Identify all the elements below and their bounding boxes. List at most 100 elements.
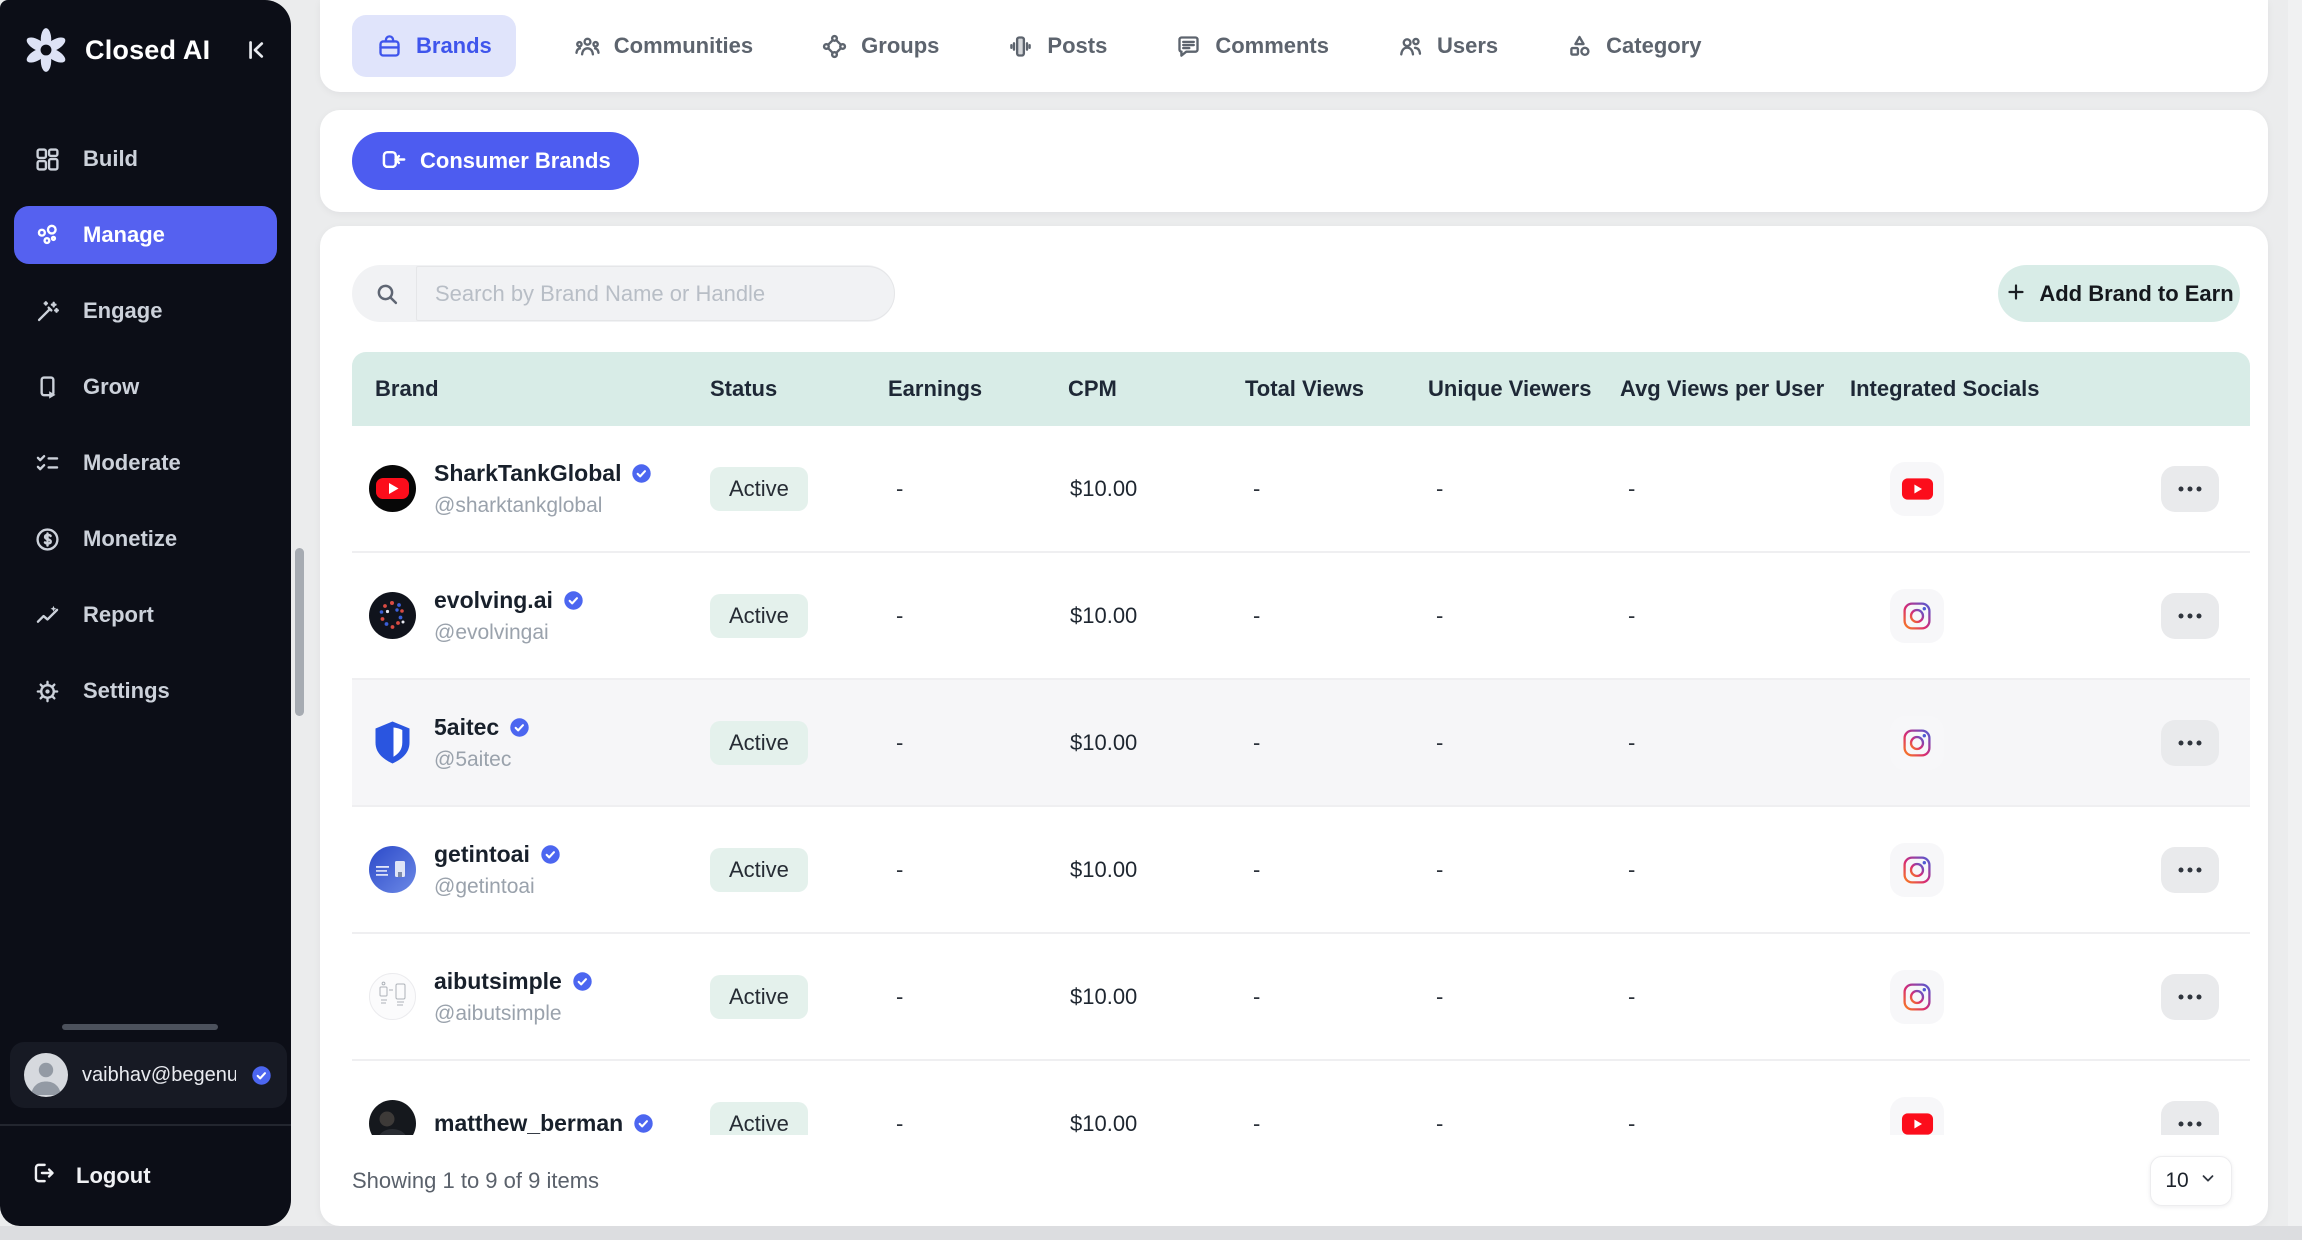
total-views-value: -	[1245, 603, 1428, 629]
tab-label: Communities	[614, 33, 753, 59]
table-row[interactable]: 5aitec @5aitec Active - $10.00 - - -	[352, 680, 2250, 807]
verified-badge-icon	[250, 1064, 273, 1087]
settings-icon	[34, 678, 61, 705]
sidebar-nav: Build Manage Engage Grow Moderate Moneti…	[0, 130, 291, 738]
unique-viewers-value: -	[1428, 730, 1620, 756]
users-icon	[1397, 33, 1424, 60]
tab-label: Category	[1606, 33, 1701, 59]
earnings-value: -	[888, 730, 1068, 756]
table-row[interactable]: SharkTankGlobal @sharktankglobal Active …	[352, 426, 2250, 553]
earnings-value: -	[888, 603, 1068, 629]
row-menu-button[interactable]	[2161, 466, 2219, 512]
tabs-row: Brands Communities Groups Posts Comments…	[320, 0, 2268, 92]
table-row[interactable]: evolving.ai @evolvingai Active - $10.00 …	[352, 553, 2250, 680]
sidebar-item-report[interactable]: Report	[14, 586, 277, 644]
column-header: Integrated Socials	[1850, 376, 2130, 402]
brand-cell: evolving.ai @evolvingai	[352, 587, 710, 645]
row-menu-button[interactable]	[2161, 847, 2219, 893]
add-brand-label: Add Brand to Earn	[2039, 281, 2233, 307]
tab-users[interactable]: Users	[1387, 15, 1508, 77]
brand-name: SharkTankGlobal	[434, 460, 621, 487]
search-input[interactable]	[416, 266, 895, 321]
unique-viewers-value: -	[1428, 603, 1620, 629]
sidebar-item-build[interactable]: Build	[14, 130, 277, 188]
total-views-value: -	[1245, 476, 1428, 502]
brand-avatar	[369, 465, 416, 512]
verified-badge-icon	[539, 843, 562, 866]
sidebar-item-label: Moderate	[83, 450, 181, 476]
page-size-value: 10	[2165, 1169, 2188, 1193]
row-menu-button[interactable]	[2161, 593, 2219, 639]
column-header: Avg Views per User	[1620, 376, 1850, 402]
table-footer: Showing 1 to 9 of 9 items 10	[320, 1135, 2268, 1226]
table-row[interactable]: matthew_berman Active - $10.00 - - -	[352, 1061, 2250, 1135]
brands-icon	[376, 33, 403, 60]
sidebar-item-engage[interactable]: Engage	[14, 282, 277, 340]
sidebar-item-grow[interactable]: Grow	[14, 358, 277, 416]
brand-avatar	[369, 846, 416, 893]
brand-avatar	[369, 719, 416, 766]
sidebar-resize-handle[interactable]	[62, 1024, 218, 1030]
total-views-value: -	[1245, 730, 1428, 756]
comments-icon	[1175, 33, 1202, 60]
tab-comments[interactable]: Comments	[1165, 15, 1339, 77]
table-row[interactable]: getintoai @getintoai Active - $10.00 - -…	[352, 807, 2250, 934]
sidebar-item-manage[interactable]: Manage	[14, 206, 277, 264]
avg-views-value: -	[1620, 1111, 1850, 1136]
tab-category[interactable]: Category	[1556, 15, 1711, 77]
tab-groups[interactable]: Groups	[811, 15, 949, 77]
tab-communities[interactable]: Communities	[564, 15, 763, 77]
sidebar-item-label: Manage	[83, 222, 165, 248]
total-views-value: -	[1245, 984, 1428, 1010]
sidebar-item-moderate[interactable]: Moderate	[14, 434, 277, 492]
brand-cell: matthew_berman	[352, 1100, 710, 1135]
brand-cell: aibutsimple @aibutsimple	[352, 968, 710, 1026]
report-icon	[34, 602, 61, 629]
verified-badge-icon	[562, 589, 585, 612]
sidebar-item-label: Monetize	[83, 526, 177, 552]
logout-button[interactable]: Logout	[30, 1160, 151, 1191]
page-size-select[interactable]: 10	[2150, 1156, 2232, 1206]
manage-icon	[34, 222, 61, 249]
column-header: CPM	[1068, 376, 1245, 402]
row-menu-button[interactable]	[2161, 720, 2219, 766]
app-name: Closed AI	[85, 35, 210, 66]
tab-label: Users	[1437, 33, 1498, 59]
brand-avatar	[369, 1100, 416, 1135]
grow-icon	[34, 374, 61, 401]
pagination-summary: Showing 1 to 9 of 9 items	[352, 1168, 599, 1194]
earnings-value: -	[888, 984, 1068, 1010]
add-brand-button[interactable]: Add Brand to Earn	[1998, 265, 2240, 322]
groups-icon	[821, 33, 848, 60]
brand-handle: @aibutsimple	[434, 1002, 594, 1026]
status-badge: Active	[710, 848, 808, 892]
column-header: Total Views	[1245, 376, 1428, 402]
tab-label: Comments	[1215, 33, 1329, 59]
app-logo: Closed AI	[22, 26, 272, 74]
account-card[interactable]: vaibhav@begenu...	[10, 1042, 287, 1108]
unique-viewers-value: -	[1428, 857, 1620, 883]
sidebar-item-monetize[interactable]: Monetize	[14, 510, 277, 568]
sidebar-scrollbar[interactable]	[295, 548, 304, 716]
table-row[interactable]: aibutsimple @aibutsimple Active - $10.00…	[352, 934, 2250, 1061]
sidebar-item-settings[interactable]: Settings	[14, 662, 277, 720]
brand-name: 5aitec	[434, 714, 499, 741]
tab-brands[interactable]: Brands	[352, 15, 516, 77]
verified-badge-icon	[571, 970, 594, 993]
row-menu-button[interactable]	[2161, 974, 2219, 1020]
column-header: Status	[710, 376, 888, 402]
instagram-icon	[1890, 843, 1944, 897]
unique-viewers-value: -	[1428, 1111, 1620, 1136]
tab-posts[interactable]: Posts	[997, 15, 1117, 77]
column-header: Earnings	[888, 376, 1068, 402]
moderate-icon	[34, 450, 61, 477]
tab-label: Posts	[1047, 33, 1107, 59]
closed-ai-logo-icon	[22, 26, 70, 74]
account-email: vaibhav@begenu...	[82, 1064, 236, 1087]
collapse-sidebar-icon[interactable]	[241, 36, 271, 66]
consumer-brands-button[interactable]: Consumer Brands	[352, 132, 639, 190]
row-menu-button[interactable]	[2161, 1101, 2219, 1136]
page-scrollbar-track[interactable]	[2288, 0, 2302, 1240]
brand-handle: @5aitec	[434, 748, 531, 772]
sidebar-item-label: Report	[83, 602, 154, 628]
